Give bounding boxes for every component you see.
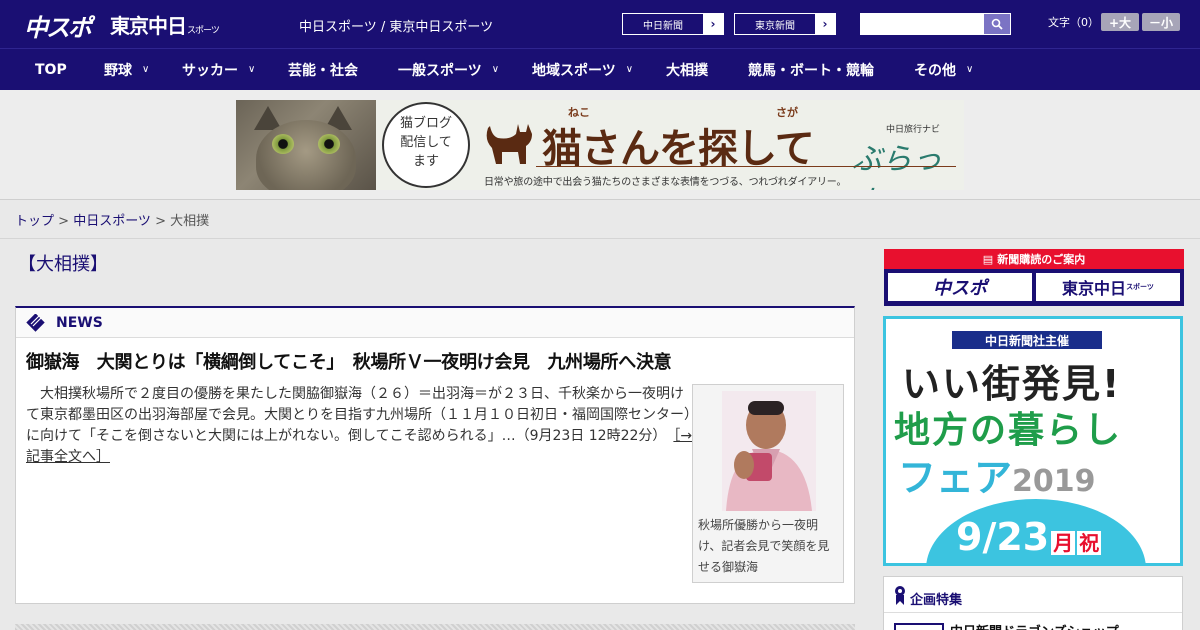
nav-item-baseball[interactable]: 野球 ∨ bbox=[104, 49, 149, 90]
news-icon bbox=[26, 314, 45, 332]
nav-item-label: 芸能・社会 bbox=[288, 62, 358, 79]
tokyo-chunichi-logo[interactable]: 東京中日スポーツ bbox=[110, 10, 220, 39]
tokyo-chunichi-logo-small: スポーツ bbox=[187, 26, 220, 36]
nav-item-entertainment[interactable]: 芸能・社会 bbox=[288, 49, 358, 90]
font-size-label: 文字（0） bbox=[1048, 16, 1099, 29]
fair-line2: 地方の暮らし bbox=[894, 410, 1123, 451]
special-features-title: 企画特集 bbox=[910, 593, 963, 608]
nav-item-general-sports[interactable]: 一般スポーツ ∨ bbox=[398, 49, 499, 90]
fair-tag: 中日新聞社主催 bbox=[952, 331, 1102, 349]
breadcrumb: トップ > 中日スポーツ > 大相撲 bbox=[15, 210, 209, 229]
fair-line1: いい街発見! bbox=[902, 362, 1122, 406]
newspaper-icon: ▤ bbox=[982, 252, 994, 266]
fair-line3: フェア2019 bbox=[898, 447, 1096, 502]
tokyo-chunichi-logo-text: 東京中日 bbox=[110, 14, 187, 38]
nav-item-label: その他 bbox=[914, 62, 956, 79]
news-photo[interactable] bbox=[722, 391, 816, 511]
search-input[interactable] bbox=[860, 13, 983, 35]
breadcrumb-section-link[interactable]: 中日スポーツ bbox=[73, 214, 151, 229]
subscribe-tokyo-chunichi-text: 東京中日 bbox=[1062, 279, 1127, 298]
site-links[interactable]: 中日スポーツ / 東京中日スポーツ bbox=[299, 16, 493, 35]
nav-item-label: 一般スポーツ bbox=[398, 62, 482, 79]
chevron-right-icon: › bbox=[815, 14, 835, 34]
news-section: NEWS 御嶽海 大関とりは「横綱倒してこそ」 秋場所Ｖ一夜明け会見 九州場所へ… bbox=[15, 306, 855, 604]
fair-date-number: 9/23 bbox=[956, 515, 1050, 559]
cat-photo bbox=[236, 100, 376, 190]
subscription-header: ▤ 新聞購読のご案内 bbox=[884, 249, 1184, 269]
subscribe-tokyo-chunichi-small: スポーツ bbox=[1126, 283, 1154, 291]
nav-item-soccer[interactable]: サッカー ∨ bbox=[182, 49, 255, 90]
nav-item-label: 競馬・ボート・競輪 bbox=[748, 62, 874, 79]
nav-item-top[interactable]: TOP bbox=[35, 49, 67, 90]
nav-item-label: サッカー bbox=[182, 62, 238, 79]
special-item-link[interactable]: 中日新聞ドラゴンズショップ bbox=[950, 621, 1119, 630]
chunichi-shimbun-button[interactable]: 中日新聞 › bbox=[622, 13, 724, 35]
cat-blog-banner[interactable]: 猫ブログ配信してます ねこ さが 猫さんを探して 中日旅行ナビ ぶらっ人 日常や… bbox=[236, 100, 964, 190]
nav-item-label: 野球 bbox=[104, 62, 132, 79]
fair-weekday: 月 bbox=[1051, 531, 1076, 555]
main-nav: TOP 野球 ∨ サッカー ∨ 芸能・社会 一般スポーツ ∨ 地域スポーツ ∨ 大相撲 … bbox=[0, 48, 1200, 90]
nav-item-sumo[interactable]: 大相撲 bbox=[666, 49, 708, 90]
chevron-right-icon: › bbox=[703, 14, 723, 34]
chevron-down-icon: ∨ bbox=[248, 64, 256, 75]
chevron-down-icon: ∨ bbox=[625, 64, 634, 75]
tokyo-shimbun-label: 東京新聞 bbox=[735, 14, 815, 34]
nav-item-label: 大相撲 bbox=[666, 62, 708, 79]
subscribe-chuspo-link[interactable]: 中スポ bbox=[888, 273, 1032, 301]
banner-brand: ぶらっ人 bbox=[852, 142, 942, 190]
breadcrumb-separator: > bbox=[150, 214, 171, 229]
ribbon-icon bbox=[895, 586, 905, 605]
search-button[interactable] bbox=[983, 13, 1011, 35]
nav-item-label: TOP bbox=[35, 61, 67, 78]
fair-holiday: 祝 bbox=[1077, 531, 1102, 555]
fair-line3-text: フェア bbox=[898, 456, 1013, 500]
fair-ad-banner[interactable]: 中日新聞社主催 いい街発見! 地方の暮らし フェア2019 9/23 月祝 bbox=[883, 316, 1183, 566]
font-larger-button[interactable]: +大 bbox=[1101, 13, 1139, 31]
breadcrumb-top-link[interactable]: トップ bbox=[15, 214, 54, 229]
photo-caption: 秋場所優勝から一夜明け、記者会見で笑顔を見せる御嶽海 bbox=[698, 518, 830, 574]
news-body: 大相撲秋場所で２度目の優勝を果たした関脇御嶽海（２６）＝出羽海＝が２３日、千秋楽… bbox=[26, 384, 694, 468]
divider bbox=[0, 238, 1200, 239]
chuspo-logo[interactable]: 中スポ bbox=[24, 8, 92, 43]
subscription-header-text: 新聞購読のご案内 bbox=[997, 253, 1086, 266]
banner-subtitle: 日常や旅の途中で出会う猫たちのさまざまな表情をつづる、つれづれダイアリー。 bbox=[484, 177, 847, 188]
news-body-text: 大相撲秋場所で２度目の優勝を果たした関脇御嶽海（２６）＝出羽海＝が２３日、千秋楽… bbox=[26, 386, 691, 444]
bubble-text: 猫ブログ配信してます bbox=[399, 116, 452, 169]
special-features-header: 企画特集 bbox=[884, 577, 1182, 613]
special-features-box: 企画特集 中日新聞ドラゴンズショップ bbox=[883, 576, 1183, 630]
special-item-thumbnail[interactable] bbox=[894, 623, 944, 630]
news-photo-box: 秋場所優勝から一夜明け、記者会見で笑顔を見せる御嶽海 bbox=[692, 384, 844, 583]
subscription-banner[interactable]: ▤ 新聞購読のご案内 中スポ 東京中日 スポーツ bbox=[884, 249, 1184, 306]
font-smaller-button[interactable]: －小 bbox=[1142, 13, 1180, 31]
subscribe-tokyo-chunichi-link[interactable]: 東京中日 スポーツ bbox=[1036, 273, 1180, 301]
nav-item-label: 地域スポーツ bbox=[532, 62, 616, 79]
breadcrumb-separator: > bbox=[54, 214, 74, 229]
chevron-down-icon: ∨ bbox=[142, 64, 150, 75]
cat-silhouette-icon bbox=[486, 124, 532, 164]
search-icon bbox=[991, 18, 1003, 30]
chevron-down-icon: ∨ bbox=[966, 64, 974, 75]
news-headline[interactable]: 御嶽海 大関とりは「横綱倒してこそ」 秋場所Ｖ一夜明け会見 九州場所へ決意 bbox=[26, 348, 672, 374]
fair-year: 2019 bbox=[1012, 464, 1096, 499]
nav-item-racing[interactable]: 競馬・ボート・競輪 bbox=[748, 49, 874, 90]
tokyo-shimbun-button[interactable]: 東京新聞 › bbox=[734, 13, 836, 35]
ad-banner-area: 猫ブログ配信してます ねこ さが 猫さんを探して 中日旅行ナビ ぶらっ人 日常や… bbox=[0, 90, 1200, 200]
top-header: 中スポ 東京中日スポーツ 中日スポーツ / 東京中日スポーツ 中日新聞 › 東京… bbox=[0, 0, 1200, 48]
chunichi-shimbun-label: 中日新聞 bbox=[623, 14, 703, 34]
news-label: NEWS bbox=[56, 315, 103, 331]
banner-divider bbox=[536, 166, 956, 167]
chevron-down-icon: ∨ bbox=[491, 64, 500, 75]
page-title: 【大相撲】 bbox=[18, 254, 108, 275]
section-divider bbox=[15, 624, 855, 630]
news-header: NEWS bbox=[16, 308, 854, 338]
fair-date: 9/23 月祝 bbox=[956, 515, 1102, 559]
nav-item-regional-sports[interactable]: 地域スポーツ ∨ bbox=[532, 49, 633, 90]
breadcrumb-current: 大相撲 bbox=[170, 214, 210, 229]
nav-item-other[interactable]: その他 ∨ bbox=[914, 49, 973, 90]
